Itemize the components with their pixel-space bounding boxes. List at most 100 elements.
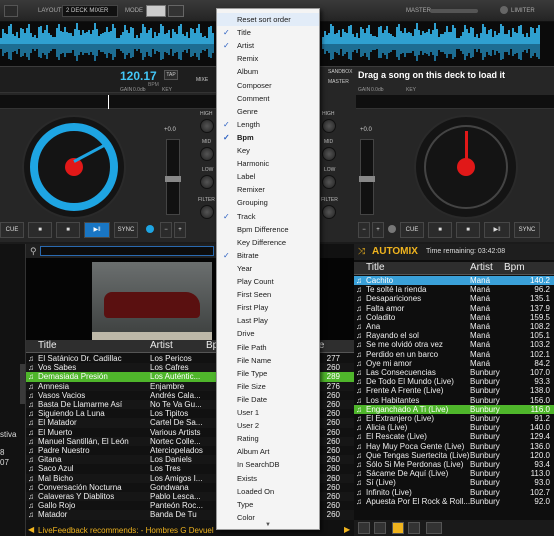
mixer-mid-knob-left[interactable] xyxy=(200,147,214,161)
mixer-low-knob-left[interactable] xyxy=(200,175,214,189)
automix-row[interactable]: ♫ Que Tengas Suertecita (Live) Bunbury 120.… xyxy=(354,451,554,460)
right-prev-button[interactable]: ■ xyxy=(456,222,480,238)
menu-item-file-size[interactable]: File Size xyxy=(217,380,319,393)
automix-column-artist[interactable]: Artist xyxy=(470,262,493,273)
menu-item-file-name[interactable]: File Name xyxy=(217,354,319,367)
automix-row[interactable]: ♫ Apuesta Por El Rock & Roll... Bunbury 92.… xyxy=(354,497,554,506)
left-stop-button[interactable]: ■ xyxy=(28,222,52,238)
automix-shuffle-icon[interactable]: ⤨ xyxy=(358,246,365,257)
menu-item-type[interactable]: Type xyxy=(217,498,319,511)
menu-scroll-down-icon[interactable]: ▼ xyxy=(265,522,271,528)
menu-item-reset-sort-order[interactable]: Reset sort order xyxy=(217,13,319,27)
menu-item-in-searchdb[interactable]: In SearchDB xyxy=(217,458,319,471)
menu-item-comment[interactable]: Comment xyxy=(217,92,319,105)
menu-item-loaded-on[interactable]: Loaded On xyxy=(217,485,319,498)
right-sync-button[interactable]: SYNC xyxy=(514,222,540,238)
menu-item-user-2[interactable]: User 2 xyxy=(217,419,319,432)
menu-item-remix[interactable]: Remix xyxy=(217,52,319,65)
left-pitch-thumb[interactable] xyxy=(165,176,181,182)
menu-item-file-type[interactable]: File Type xyxy=(217,367,319,380)
menu-item-track[interactable]: ✓ Track xyxy=(217,210,319,223)
right-cue-button[interactable]: CUE xyxy=(400,222,424,238)
menu-item-file-path[interactable]: File Path xyxy=(217,341,319,354)
automix-row[interactable]: ♫ Te solté la rienda Maná 96.2 xyxy=(354,285,554,294)
right-pitch-thumb[interactable] xyxy=(359,176,375,182)
mixer-filter-knob-left[interactable] xyxy=(200,205,214,219)
menu-item-album-art[interactable]: Album Art xyxy=(217,445,319,458)
mode-icon[interactable] xyxy=(168,5,184,17)
automix-add-icon[interactable] xyxy=(358,522,370,534)
automix-row[interactable]: ♫ Rayando el sol Maná 105.1 xyxy=(354,331,554,340)
menu-item-grouping[interactable]: Grouping xyxy=(217,196,319,209)
menu-item-year[interactable]: Year xyxy=(217,262,319,275)
mixer-filter-knob-right[interactable] xyxy=(322,205,336,219)
right-deck-status-icon[interactable] xyxy=(388,225,396,233)
right-stop-button[interactable]: ■ xyxy=(428,222,452,238)
left-sync-button[interactable]: SYNC xyxy=(114,222,138,238)
mixer-tab[interactable]: MIXE xyxy=(196,77,208,83)
automix-row[interactable]: ♫ De Todo El Mundo (Live) Bunbury 93.3 xyxy=(354,377,554,386)
left-deck-waveform[interactable] xyxy=(0,95,216,109)
automix-row[interactable]: ♫ Sólo Si Me Perdonas (Live) Bunbury 93.4 xyxy=(354,460,554,469)
right-play-pause-button[interactable]: ▶‖ xyxy=(484,222,510,238)
automix-row[interactable]: ♫ Las Consecuencias Bunbury 107.0 xyxy=(354,368,554,377)
folders-item-1[interactable]: stiva xyxy=(0,430,16,439)
menu-item-bitrate[interactable]: ✓ Bitrate xyxy=(217,249,319,262)
left-pitch-plus-button[interactable]: + xyxy=(174,222,186,238)
limiter-toggle[interactable] xyxy=(500,6,508,14)
automix-row[interactable]: ♫ Los Habitantes Bunbury 156.0 xyxy=(354,396,554,405)
left-jog-wheel[interactable] xyxy=(22,115,126,219)
menu-item-file-date[interactable]: File Date xyxy=(217,393,319,406)
menu-item-user-1[interactable]: User 1 xyxy=(217,406,319,419)
right-deck-waveform[interactable] xyxy=(356,95,554,109)
automix-row[interactable]: ♫ Hay Muy Poca Gente (Live) Bunbury 136.0 xyxy=(354,442,554,451)
right-pitch-minus-button[interactable]: − xyxy=(358,222,370,238)
menu-item-album[interactable]: Album xyxy=(217,65,319,78)
automix-column-title[interactable]: Title xyxy=(366,262,385,273)
automix-row[interactable]: ♫ Enganchado A Ti (Live) Bunbury 116.0 xyxy=(354,404,554,414)
automix-row[interactable]: ♫ Falta amor Maná 137.9 xyxy=(354,304,554,313)
left-pitch-slider[interactable] xyxy=(165,139,181,215)
automix-save-icon[interactable] xyxy=(374,522,386,534)
automix-play-icon[interactable] xyxy=(426,522,442,534)
menu-item-first-seen[interactable]: First Seen xyxy=(217,288,319,301)
automix-row[interactable]: ♫ El Rescate (Live) Bunbury 129.4 xyxy=(354,432,554,441)
menu-item-artist[interactable]: ✓ Artist xyxy=(217,39,319,52)
folders-panel[interactable]: stiva 8 07 xyxy=(0,244,26,536)
right-jog-wheel[interactable] xyxy=(414,115,518,219)
mixer-high-knob-left[interactable] xyxy=(200,119,214,133)
automix-row[interactable]: ♫ Ana Maná 108.2 xyxy=(354,322,554,331)
menu-item-remixer[interactable]: Remixer xyxy=(217,183,319,196)
layout-select[interactable]: 2 DECK MIXER xyxy=(62,5,118,17)
mixer-mid-knob-right[interactable] xyxy=(322,147,336,161)
menu-item-bpm[interactable]: ✓ Bpm xyxy=(217,131,319,144)
right-pitch-slider[interactable] xyxy=(359,139,375,215)
menu-item-harmonic[interactable]: Harmonic xyxy=(217,157,319,170)
live-feedback-next-icon[interactable]: ▶ xyxy=(344,525,350,534)
live-feedback-arrow-icon[interactable]: ◀ xyxy=(28,525,34,534)
automix-row[interactable]: ♫ Sí (Live) Bunbury 93.0 xyxy=(354,478,554,487)
automix-row[interactable]: ♫ Infinito (Live) Bunbury 102.7 xyxy=(354,488,554,497)
column-header-artist[interactable]: Artist xyxy=(150,340,173,351)
album-cover-main[interactable] xyxy=(92,262,212,342)
menu-item-rating[interactable]: Rating xyxy=(217,432,319,445)
search-input[interactable] xyxy=(40,246,214,256)
menu-item-length[interactable]: ✓ Length xyxy=(217,118,319,131)
automix-row[interactable]: ♫ Coladito Maná 159.5 xyxy=(354,313,554,322)
menu-item-key[interactable]: Key xyxy=(217,144,319,157)
right-pitch-plus-button[interactable]: + xyxy=(372,222,384,238)
menu-item-drive[interactable]: Drive xyxy=(217,327,319,340)
menu-item-composer[interactable]: Composer xyxy=(217,79,319,92)
mixer-low-knob-right[interactable] xyxy=(322,175,336,189)
left-pitch-minus-button[interactable]: − xyxy=(160,222,172,238)
menu-item-genre[interactable]: Genre xyxy=(217,105,319,118)
left-play-pause-button[interactable]: ▶‖ xyxy=(84,222,110,238)
automix-row[interactable]: ♫ Frente A Frente (Live) Bunbury 138.0 xyxy=(354,386,554,395)
folders-item-2[interactable]: 8 xyxy=(0,448,4,457)
column-header-title[interactable]: Title xyxy=(38,340,57,351)
automix-row[interactable]: ♫ Alicia (Live) Bunbury 140.0 xyxy=(354,423,554,432)
left-prev-button[interactable]: ■ xyxy=(56,222,80,238)
automix-clear-icon[interactable] xyxy=(408,522,420,534)
menu-icon[interactable] xyxy=(4,5,18,17)
tap-button[interactable]: TAP xyxy=(164,70,178,80)
